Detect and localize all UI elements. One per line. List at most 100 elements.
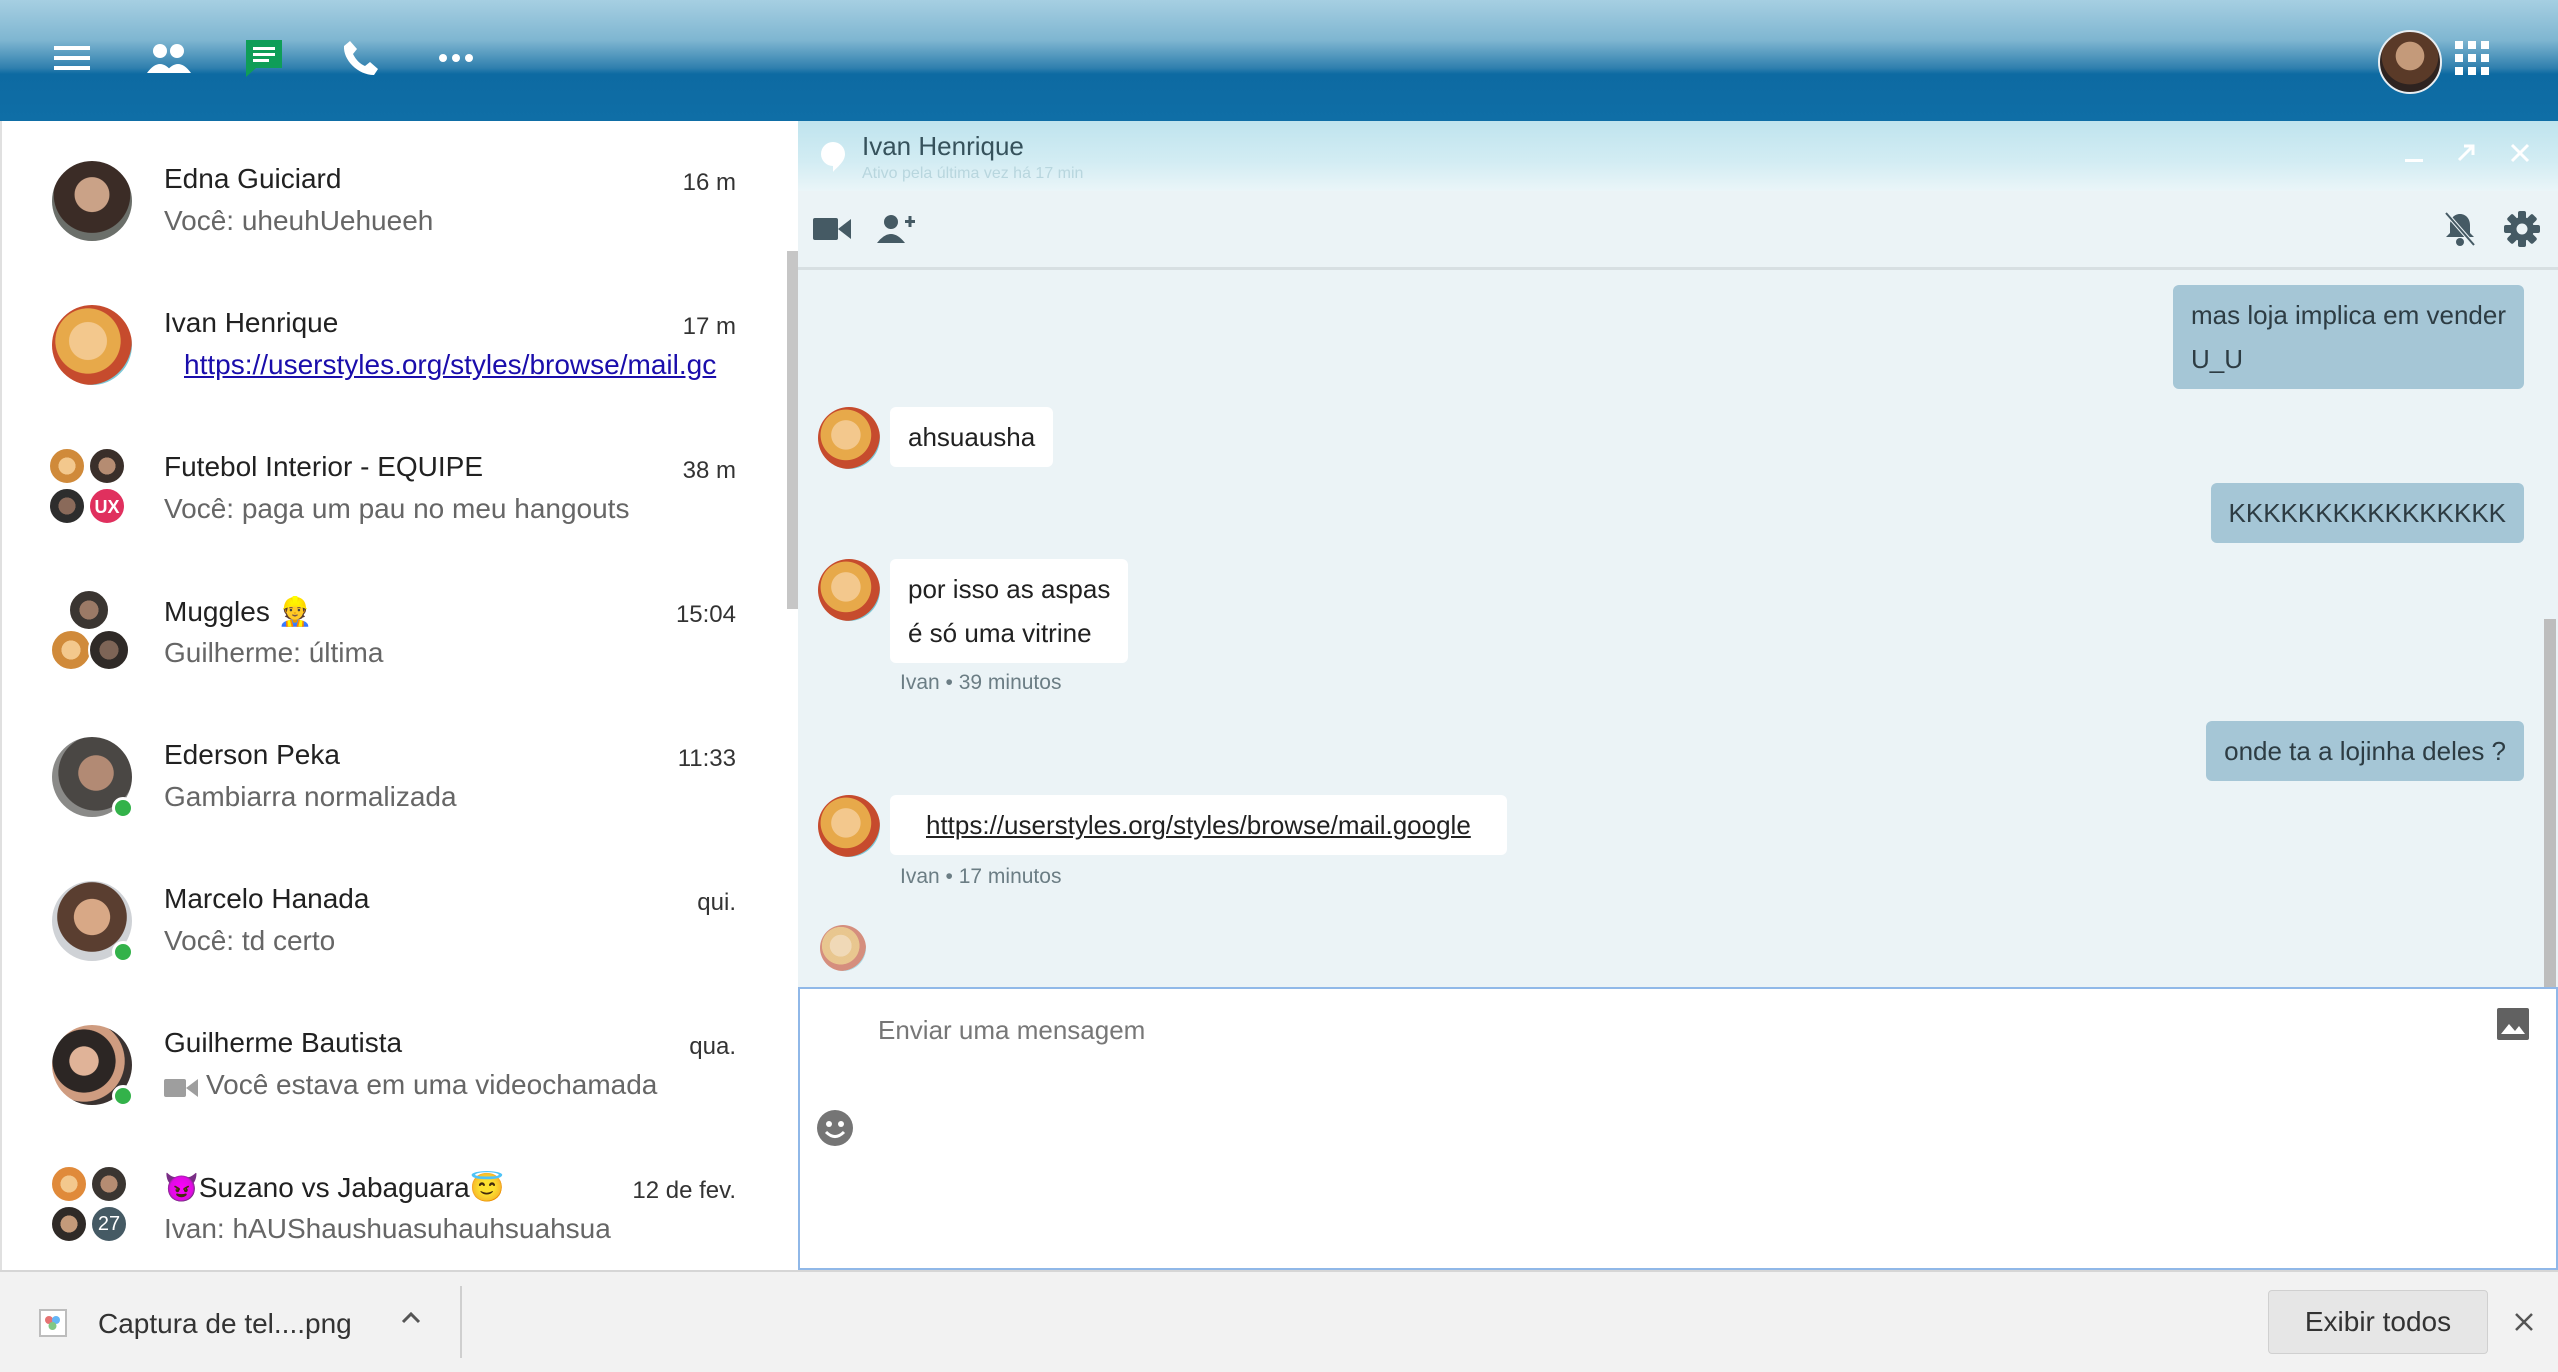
sender-avatar [818,407,880,469]
conversation-list: Edna Guiciard 16 m Você: uheuhUehueeh Iv… [0,121,800,1270]
avatar: UX [88,487,126,525]
conversation-name: Guilherme Bautista [164,1027,403,1058]
svg-text:UX: UX [94,497,119,517]
chat-header: Ivan Henrique Ativo pela última vez há 1… [798,121,2558,191]
conversation-time: 15:04 [675,601,736,628]
message-line: é só uma vitrine [908,618,1092,648]
conversation-name: Muggles 👷 [164,596,313,627]
message-incoming: por isso as aspas é só uma vitrine [890,559,1129,663]
participant-count: 27 [97,1212,121,1235]
hangouts-quote-icon [820,141,846,178]
avatar [52,305,132,385]
conversation-snippet: Você: uheuhUehueeh [164,205,434,236]
contacts-icon[interactable] [136,26,200,90]
chat-title: Ivan Henrique [862,131,1024,161]
file-image-icon [38,1308,68,1343]
conversation-item[interactable]: Ederson Peka 11:33 Gambiarra normalizada [2,697,800,841]
chat-panel: Ivan Henrique Ativo pela última vez há 1… [798,121,2558,1270]
read-receipt-avatar [820,925,866,971]
avatar [48,447,86,485]
conversation-item[interactable]: Guilherme Bautista qua. Você estava em u… [2,985,800,1129]
close-icon[interactable] [2506,1300,2542,1344]
message-incoming: https://userstyles.org/styles/browse/mai… [890,795,1507,855]
conversation-time: qui. [697,889,736,916]
online-status-dot [112,1085,134,1107]
avatar [52,161,132,241]
download-item[interactable]: Captura de tel....png [0,1272,460,1372]
image-attach-icon[interactable] [2496,1007,2530,1046]
message-outgoing: mas loja implica em vender U_U [2172,285,2524,389]
conversation-name: Ederson Peka [164,739,340,770]
conversation-item[interactable]: 27 😈Suzano vs Jabaguara😇 12 de fev. Ivan… [2,1129,800,1270]
conversation-time: 11:33 [677,745,736,772]
message-line: ahsuausha [908,422,1036,452]
message-incoming: ahsuausha [890,407,1054,467]
conversation-time: 16 m [682,169,736,196]
conversation-time: 17 m [682,313,736,340]
sender-avatar [818,559,880,621]
top-bar [0,0,2558,121]
phone-icon[interactable] [328,26,392,90]
message-meta: Ivan • 17 minutos [900,865,1062,888]
compose-area [798,987,2558,1270]
conversation-time: 12 de fev. [632,1177,736,1204]
divider [460,1286,462,1358]
conversation-time: qua. [689,1033,736,1060]
online-status-dot [112,797,134,819]
menu-icon[interactable] [40,26,104,90]
conversation-snippet: Gambiarra normalizada [164,781,457,812]
message-line: KKKKKKKKKKKKKKKK [2228,498,2506,528]
chat-icon[interactable] [232,26,296,90]
avatar [50,629,92,671]
conversation-snippet: Você: paga um pau no meu hangouts [164,493,630,524]
online-status-dot [112,941,134,963]
message-line: mas loja implica em vender [2190,300,2506,330]
more-icon[interactable] [424,26,488,90]
popout-icon[interactable] [2450,137,2482,169]
message-line: por isso as aspas [908,574,1111,604]
conversation-item[interactable]: Ivan Henrique 17 m https://userstyles.or… [2,265,800,409]
conversation-snippet: Você: td certo [164,925,336,956]
conversation-name: Futebol Interior - EQUIPE [164,451,484,482]
avatar [88,447,126,485]
message-link[interactable]: https://userstyles.org/styles/browse/mai… [926,810,1471,840]
account-avatar[interactable] [2378,30,2442,94]
message-line: U_U [2190,344,2243,374]
avatar [88,629,130,671]
avatar [90,1165,128,1203]
participant-count-badge: 27 [90,1205,128,1243]
video-call-icon[interactable] [802,191,862,267]
minimize-icon[interactable] [2398,137,2430,169]
conversation-item[interactable]: Muggles 👷 15:04 Guilherme: última [2,553,800,697]
chat-toolbar [798,191,2558,270]
show-all-downloads-button[interactable]: Exibir todos [2268,1290,2488,1354]
conversation-item[interactable]: UX Futebol Interior - EQUIPE 38 m Você: … [2,409,800,553]
conversation-name: Edna Guiciard [164,163,342,194]
message-meta: Ivan • 39 minutos [900,671,1062,694]
conversation-name: Marcelo Hanada [164,883,370,914]
conversation-name: Ivan Henrique [164,307,339,338]
download-bar: Captura de tel....png Exibir todos [0,1270,2558,1372]
emoji-icon[interactable] [816,1109,854,1152]
conversation-snippet: Ivan: hAUShaushuasuhauhsuahsua [164,1213,611,1244]
chevron-up-icon[interactable] [400,1310,422,1331]
apps-grid-icon[interactable] [2440,26,2504,90]
notifications-off-icon[interactable] [2430,191,2490,267]
avatar [68,589,110,631]
close-icon[interactable] [2504,137,2536,169]
add-person-icon[interactable] [866,191,926,267]
avatar [50,1205,88,1243]
conversation-item[interactable]: Marcelo Hanada qui. Você: td certo [2,841,800,985]
message-outgoing: KKKKKKKKKKKKKKKK [2210,483,2524,543]
conversation-snippet: Guilherme: última [164,637,384,668]
conversation-item[interactable]: Edna Guiciard 16 m Você: uheuhUehueeh [2,121,800,265]
avatar [48,487,86,525]
settings-gear-icon[interactable] [2492,191,2552,267]
conversation-time: 38 m [682,457,736,484]
conversation-snippet: Você estava em uma videochamada [206,1069,658,1100]
video-call-icon [164,1077,198,1104]
message-input[interactable] [876,1009,2400,1051]
sender-avatar [818,795,880,857]
avatar [50,1165,88,1203]
conversation-snippet-link[interactable]: https://userstyles.org/styles/browse/mai… [184,349,740,381]
